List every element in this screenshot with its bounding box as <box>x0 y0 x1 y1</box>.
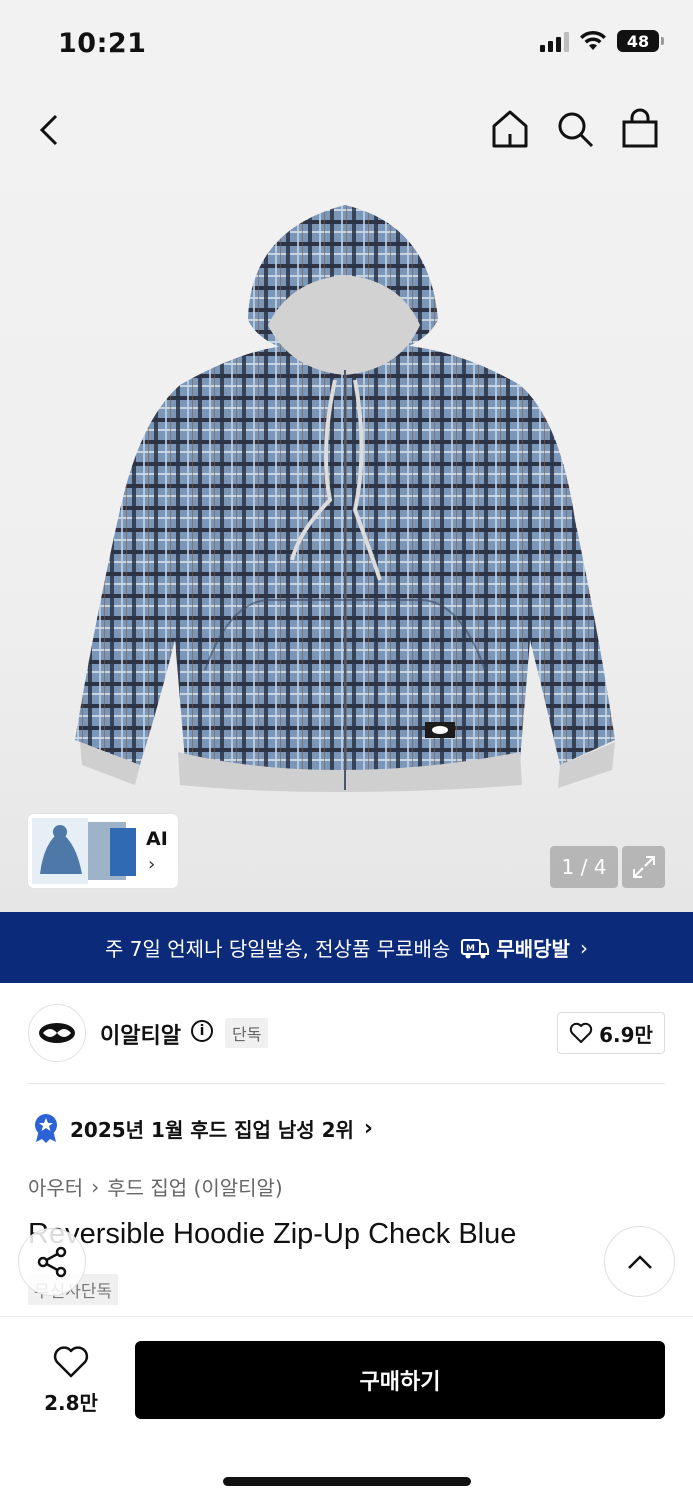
banner-text: 주 7일 언제나 당일발송, 전상품 무료배송 <box>105 937 451 961</box>
delivery-banner[interactable]: 주 7일 언제나 당일발송, 전상품 무료배송 M 무배당발 › <box>0 912 693 983</box>
scroll-top-button[interactable] <box>604 1226 675 1297</box>
product-title: Reversible Hoodie Zip-Up Check Blue <box>28 1218 517 1250</box>
ai-thumbnail-strip[interactable]: AI › <box>28 814 178 888</box>
heart-icon <box>569 1022 593 1043</box>
brand-logo-mark <box>39 1023 75 1043</box>
wishlist-button[interactable]: 2.8만 <box>34 1345 108 1416</box>
breadcrumb: 아우터 › 후드 집업 (이알티알) <box>28 1172 283 1201</box>
buy-button[interactable]: 구매하기 <box>135 1341 665 1419</box>
brand-like-count: 6.9만 <box>599 1022 653 1047</box>
banner-badge: M 무배당발 <box>460 933 570 962</box>
ranking-text: 2025년 1월 후드 집업 남성 2위 <box>70 1117 354 1142</box>
divider <box>28 1083 665 1084</box>
chevron-right-icon: › <box>363 1115 373 1141</box>
home-button[interactable] <box>490 108 530 154</box>
image-pager: 1 / 4 <box>550 846 618 888</box>
brand-name[interactable]: 이알티알 <box>100 1018 181 1050</box>
brand-like-button[interactable]: 6.9만 <box>557 1012 665 1054</box>
wishlist-count: 2.8만 <box>44 1391 98 1415</box>
chevron-right-icon: › <box>91 1174 100 1199</box>
status-time: 10:21 <box>58 28 147 59</box>
shopping-bag-icon <box>622 108 658 148</box>
chevron-right-icon: › <box>579 935 588 960</box>
chevron-left-icon <box>39 114 58 146</box>
bottom-action-bar: 2.8만 구매하기 <box>0 1316 693 1500</box>
battery-icon: 48 <box>617 30 664 52</box>
thumbnail-images <box>32 818 136 884</box>
banner-badge-label: 무배당발 <box>496 937 570 961</box>
status-bar: 10:21 48 <box>0 0 693 90</box>
wifi-icon <box>580 30 606 50</box>
status-icons: 48 <box>540 30 664 52</box>
home-indicator <box>223 1477 471 1486</box>
breadcrumb-item[interactable]: 후드 집업 (이알티알) <box>107 1172 283 1201</box>
product-image[interactable] <box>0 90 693 912</box>
breadcrumb-item[interactable]: 아우터 <box>28 1172 83 1201</box>
expand-icon <box>632 856 655 878</box>
search-button[interactable] <box>556 110 596 154</box>
home-icon <box>492 110 528 148</box>
search-icon <box>558 112 594 148</box>
product-image-area[interactable]: AI › 1 / 4 <box>0 90 693 912</box>
cart-button[interactable] <box>620 108 660 154</box>
rank-badge-icon <box>35 1114 57 1143</box>
svg-text:M: M <box>466 944 475 954</box>
chevron-right-icon: › <box>148 854 156 875</box>
ai-label: AI <box>146 828 168 850</box>
share-icon <box>37 1246 67 1278</box>
expand-image-button[interactable] <box>622 846 665 888</box>
share-button[interactable] <box>18 1228 86 1296</box>
ranking-link[interactable]: 2025년 1월 후드 집업 남성 2위 › <box>32 1112 373 1144</box>
heart-icon <box>53 1346 89 1378</box>
chevron-up-icon <box>627 1254 652 1269</box>
delivery-truck-icon: M <box>461 938 490 958</box>
back-button[interactable] <box>36 112 64 152</box>
brand-row: 이알티알 i 단독 6.9만 <box>28 1004 665 1062</box>
signal-icon <box>540 30 569 52</box>
brand-logo[interactable] <box>28 1004 86 1062</box>
info-icon[interactable]: i <box>191 1020 213 1042</box>
exclusive-badge: 단독 <box>225 1018 269 1048</box>
